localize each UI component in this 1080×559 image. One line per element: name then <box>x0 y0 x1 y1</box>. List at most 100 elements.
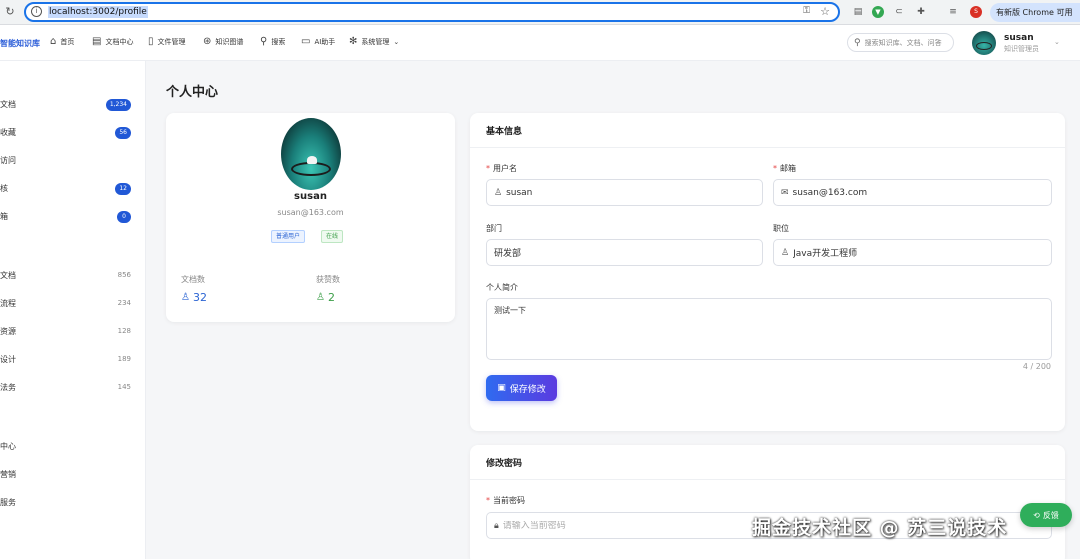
user-icon: ♙ <box>781 247 790 258</box>
profile-card: susan susan@163.com 普通用户 在线 文档数 ♙ 32 获赞数… <box>166 113 455 322</box>
feedback-button[interactable]: ⟲ 反馈 <box>1020 503 1072 527</box>
user-avatar[interactable] <box>972 31 996 55</box>
vue-devtools-icon[interactable]: ▼ <box>872 6 884 18</box>
department-field[interactable] <box>486 239 763 266</box>
card-title: 基本信息 <box>486 127 523 137</box>
nav-label: 文件管理 <box>157 38 186 46</box>
count-badge: 0 <box>117 211 131 223</box>
change-password-card: 修改密码 * 当前密码 🔒︎ <box>470 445 1065 559</box>
nav-label: 搜索 <box>271 38 286 46</box>
email-input[interactable] <box>792 187 1033 198</box>
extension-icon[interactable]: ▤ <box>852 6 864 18</box>
nav-files[interactable]: ▯ 文件管理 <box>148 37 186 47</box>
address-bar[interactable]: i localhost:3002/profile ⚿ ☆ <box>24 2 840 22</box>
card-title: 修改密码 <box>486 459 523 469</box>
nav-knowledge-graph[interactable]: ⊛ 知识图谱 <box>203 37 243 47</box>
link-extension-icon[interactable]: ⊂ <box>893 6 905 18</box>
sidebar-item-marketing[interactable]: 营销 <box>0 469 146 483</box>
graph-icon: ⊛ <box>203 36 212 47</box>
nav-home[interactable]: ⌂ 首页 <box>50 37 74 47</box>
basic-info-card: 基本信息 *用户名 ♙ *邮箱 ✉ 部门 职位 ♙ 个人简介 测试一下 4 / … <box>470 113 1065 431</box>
count-badge: 12 <box>115 183 131 195</box>
sidebar-item-review[interactable]: 核 12 <box>0 183 146 197</box>
media-icon[interactable]: ≡ <box>947 6 959 18</box>
profile-name: susan <box>294 191 327 202</box>
save-icon: ▣ <box>497 383 506 393</box>
nav-system-admin[interactable]: ✻ 系统管理 ⌄ <box>349 37 399 47</box>
nav-label: AI助手 <box>314 38 336 46</box>
save-button[interactable]: ▣ 保存修改 <box>486 375 557 401</box>
bio-char-count: 4 / 200 <box>1022 362 1051 371</box>
password-key-icon[interactable]: ⚿ <box>803 6 810 16</box>
count-badge: 1,234 <box>105 99 131 111</box>
user-icon: ♙ <box>494 187 503 198</box>
lock-icon: 🔒︎ <box>494 520 499 531</box>
sidebar-category[interactable]: 文档 856 <box>0 270 146 284</box>
sidebar: 文档 1,234 收藏 56 访问 核 12 箱 0 文档 856 流程 234… <box>0 61 146 559</box>
sidebar-item-inbox[interactable]: 箱 0 <box>0 211 146 225</box>
nav-ai-assistant[interactable]: ▭ AI助手 <box>301 37 335 47</box>
file-icon: ▯ <box>148 36 154 47</box>
nav-label: 文档中心 <box>105 38 134 46</box>
user-icon: ♙ <box>181 292 190 303</box>
chat-icon: ▭ <box>301 36 311 47</box>
app-header: 智能知识库 ⌂ 首页 ▤ 文档中心 ▯ 文件管理 ⊛ 知识图谱 ⚲ 搜索 ▭ A… <box>0 25 1080 61</box>
global-search[interactable]: ⚲ <box>847 33 954 52</box>
position-field[interactable]: ♙ <box>773 239 1052 266</box>
chevron-down-icon[interactable]: ⌄ <box>1054 38 1060 46</box>
stat-value-likes: ♙ 2 <box>316 291 335 304</box>
position-label: 职位 <box>773 224 789 233</box>
url-text[interactable]: localhost:3002/profile <box>48 6 148 18</box>
sidebar-category[interactable]: 设计 189 <box>0 354 146 368</box>
profile-icon[interactable]: S <box>970 6 982 18</box>
sidebar-item-recent[interactable]: 访问 <box>0 155 146 169</box>
user-role: 知识管理员 <box>1004 45 1039 53</box>
brand-logo[interactable]: 智能知识库 <box>0 38 40 49</box>
user-icon: ♙ <box>316 292 325 303</box>
sidebar-category[interactable]: 流程 234 <box>0 298 146 312</box>
stat-value-docs: ♙ 32 <box>181 291 207 304</box>
settings-icon: ✻ <box>349 36 358 47</box>
search-icon: ⚲ <box>854 37 861 48</box>
nav-label: 首页 <box>60 38 75 46</box>
sidebar-item-center[interactable]: 中心 <box>0 441 146 455</box>
sidebar-item-favorites[interactable]: 收藏 56 <box>0 127 146 141</box>
status-tag: 在线 <box>321 230 344 243</box>
divider <box>470 147 1065 148</box>
site-info-icon[interactable]: i <box>31 6 42 17</box>
user-name[interactable]: susan <box>1004 33 1034 43</box>
username-input[interactable] <box>506 187 747 198</box>
department-input[interactable] <box>494 247 734 258</box>
nav-documents[interactable]: ▤ 文档中心 <box>92 37 133 47</box>
count-badge: 56 <box>115 127 131 139</box>
search-input[interactable] <box>864 38 953 47</box>
avatar-shuttlecock-shape <box>307 156 317 164</box>
email-field[interactable]: ✉ <box>773 179 1052 206</box>
stat-label-likes: 获赞数 <box>316 275 340 284</box>
puzzle-icon[interactable]: ✚ <box>915 6 927 18</box>
bookmark-star-icon[interactable]: ☆ <box>820 5 830 18</box>
chrome-update-button[interactable]: 有新版 Chrome 可用 <box>990 3 1080 22</box>
sidebar-item-documents[interactable]: 文档 1,234 <box>0 99 146 113</box>
sidebar-category[interactable]: 资源 128 <box>0 326 146 340</box>
home-icon: ⌂ <box>50 36 57 47</box>
profile-avatar[interactable] <box>281 118 341 190</box>
profile-email: susan@163.com <box>277 208 344 217</box>
stat-label-docs: 文档数 <box>181 275 205 284</box>
mail-icon: ✉ <box>781 187 789 198</box>
position-input[interactable] <box>793 247 1034 258</box>
divider <box>470 479 1065 480</box>
role-tag: 普通用户 <box>271 230 306 243</box>
search-icon: ⚲ <box>260 36 268 47</box>
avatar-racket-shape <box>291 162 331 176</box>
sidebar-item-service[interactable]: 服务 <box>0 497 146 511</box>
bio-textarea[interactable]: 测试一下 <box>486 298 1052 360</box>
browser-toolbar: ↻ i localhost:3002/profile ⚿ ☆ ▤ ▼ ⊂ ✚ ≡… <box>0 0 1080 25</box>
email-label: * 邮箱 <box>773 164 796 173</box>
username-field[interactable]: ♙ <box>486 179 763 206</box>
sidebar-category[interactable]: 法务 145 <box>0 382 146 396</box>
bio-label: 个人简介 <box>486 283 518 292</box>
reload-icon[interactable]: ↻ <box>3 5 17 19</box>
nav-search[interactable]: ⚲ 搜索 <box>260 37 285 47</box>
current-password-input[interactable] <box>502 520 743 531</box>
